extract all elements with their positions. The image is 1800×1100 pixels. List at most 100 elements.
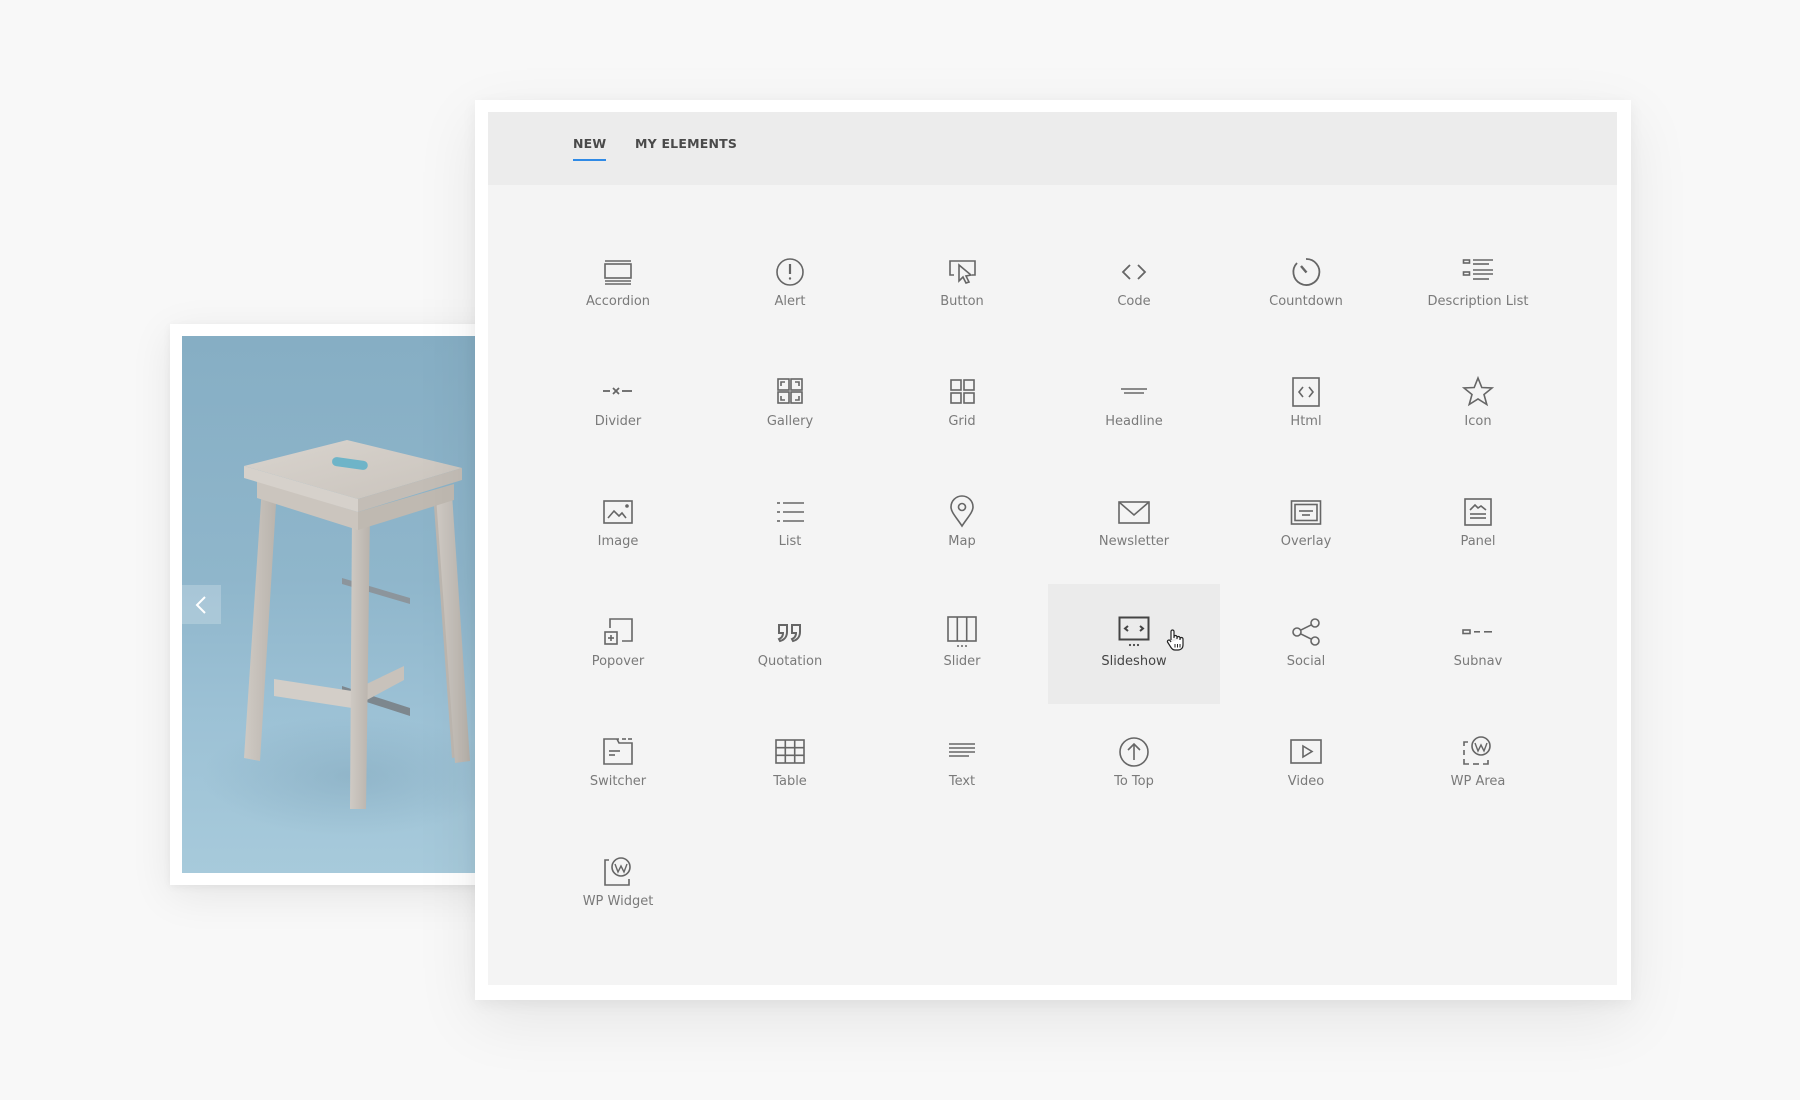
element-label: List	[778, 534, 802, 549]
element-label: Slider	[943, 654, 981, 669]
element-label: Description List	[1427, 294, 1529, 309]
countdown-icon	[1288, 254, 1324, 290]
element-icon[interactable]: Icon	[1392, 344, 1564, 464]
element-overlay[interactable]: Overlay	[1220, 464, 1392, 584]
element-label: Divider	[594, 414, 642, 429]
overlay-icon	[1288, 494, 1324, 530]
accordion-icon	[600, 254, 636, 290]
element-wp-widget[interactable]: WP Widget	[532, 824, 704, 944]
element-label: Newsletter	[1098, 534, 1170, 549]
element-text[interactable]: Text	[876, 704, 1048, 824]
element-label: Headline	[1105, 414, 1163, 429]
code-icon	[1116, 254, 1152, 290]
chevron-left-icon	[195, 596, 206, 614]
element-slideshow[interactable]: Slideshow	[1048, 584, 1220, 704]
popover-icon	[600, 614, 636, 650]
element-label: Html	[1290, 414, 1322, 429]
element-alert[interactable]: Alert	[704, 224, 876, 344]
element-html[interactable]: Html	[1220, 344, 1392, 464]
element-label: WP Widget	[582, 894, 654, 909]
gallery-icon	[772, 374, 808, 410]
element-countdown[interactable]: Countdown	[1220, 224, 1392, 344]
tab-my-elements[interactable]: MY ELEMENTS	[635, 136, 737, 159]
element-picker-panel: NEW MY ELEMENTS Accordion Alert Button C…	[475, 100, 1631, 1000]
element-to-top[interactable]: To Top	[1048, 704, 1220, 824]
element-video[interactable]: Video	[1220, 704, 1392, 824]
element-label: Alert	[774, 294, 806, 309]
image-icon	[600, 494, 636, 530]
wordpress-widget-icon	[600, 854, 636, 890]
element-label: Popover	[591, 654, 645, 669]
star-icon	[1460, 374, 1496, 410]
element-label: To Top	[1114, 774, 1154, 789]
element-slider[interactable]: Slider	[876, 584, 1048, 704]
element-label: Accordion	[585, 294, 651, 309]
element-switcher[interactable]: Switcher	[532, 704, 704, 824]
video-icon	[1288, 734, 1324, 770]
element-label: Icon	[1464, 414, 1492, 429]
share-icon	[1288, 614, 1324, 650]
element-label: Image	[597, 534, 639, 549]
tab-new[interactable]: NEW	[573, 136, 607, 161]
html-icon	[1288, 374, 1324, 410]
element-divider[interactable]: Divider	[532, 344, 704, 464]
panel-icon	[1460, 494, 1496, 530]
tab-bar: NEW MY ELEMENTS	[488, 112, 1617, 185]
hand-cursor-icon	[1166, 629, 1184, 651]
element-grid[interactable]: Grid	[876, 344, 1048, 464]
element-label: Countdown	[1269, 294, 1343, 309]
table-icon	[772, 734, 808, 770]
grid-icon	[944, 374, 980, 410]
element-description-list[interactable]: Description List	[1392, 224, 1564, 344]
element-label: Button	[940, 294, 984, 309]
switcher-icon	[600, 734, 636, 770]
element-label: Slideshow	[1101, 654, 1167, 669]
element-panel[interactable]: Panel	[1392, 464, 1564, 584]
alert-icon	[772, 254, 808, 290]
element-map[interactable]: Map	[876, 464, 1048, 584]
element-accordion[interactable]: Accordion	[532, 224, 704, 344]
element-newsletter[interactable]: Newsletter	[1048, 464, 1220, 584]
list-icon	[772, 494, 808, 530]
element-label: Gallery	[766, 414, 814, 429]
element-headline[interactable]: Headline	[1048, 344, 1220, 464]
element-label: Map	[948, 534, 976, 549]
envelope-icon	[1116, 494, 1152, 530]
element-subnav[interactable]: Subnav	[1392, 584, 1564, 704]
text-icon	[944, 734, 980, 770]
element-label: Panel	[1460, 534, 1496, 549]
element-label: Video	[1287, 774, 1325, 789]
element-label: Switcher	[589, 774, 647, 789]
divider-icon	[600, 374, 636, 410]
element-gallery[interactable]: Gallery	[704, 344, 876, 464]
quotation-icon	[772, 614, 808, 650]
slideshow-icon	[1116, 614, 1152, 650]
element-quotation[interactable]: Quotation	[704, 584, 876, 704]
map-pin-icon	[944, 494, 980, 530]
element-label: WP Area	[1450, 774, 1506, 789]
element-label: Subnav	[1453, 654, 1503, 669]
element-label: Grid	[948, 414, 976, 429]
element-list[interactable]: List	[704, 464, 876, 584]
element-image[interactable]: Image	[532, 464, 704, 584]
element-code[interactable]: Code	[1048, 224, 1220, 344]
element-wp-area[interactable]: WP Area	[1392, 704, 1564, 824]
description-list-icon	[1460, 254, 1496, 290]
element-label: Quotation	[757, 654, 823, 669]
element-social[interactable]: Social	[1220, 584, 1392, 704]
button-icon	[944, 254, 980, 290]
headline-icon	[1116, 374, 1152, 410]
slider-icon	[944, 614, 980, 650]
arrow-up-circle-icon	[1116, 734, 1152, 770]
element-label: Table	[773, 774, 807, 789]
element-label: Code	[1117, 294, 1151, 309]
element-label: Overlay	[1280, 534, 1332, 549]
slideshow-prev-button[interactable]	[182, 585, 221, 624]
wordpress-area-icon	[1460, 734, 1496, 770]
subnav-icon	[1460, 614, 1496, 650]
element-table[interactable]: Table	[704, 704, 876, 824]
element-picker-body: NEW MY ELEMENTS Accordion Alert Button C…	[488, 112, 1617, 985]
element-label: Text	[948, 774, 976, 789]
element-button[interactable]: Button	[876, 224, 1048, 344]
element-popover[interactable]: Popover	[532, 584, 704, 704]
